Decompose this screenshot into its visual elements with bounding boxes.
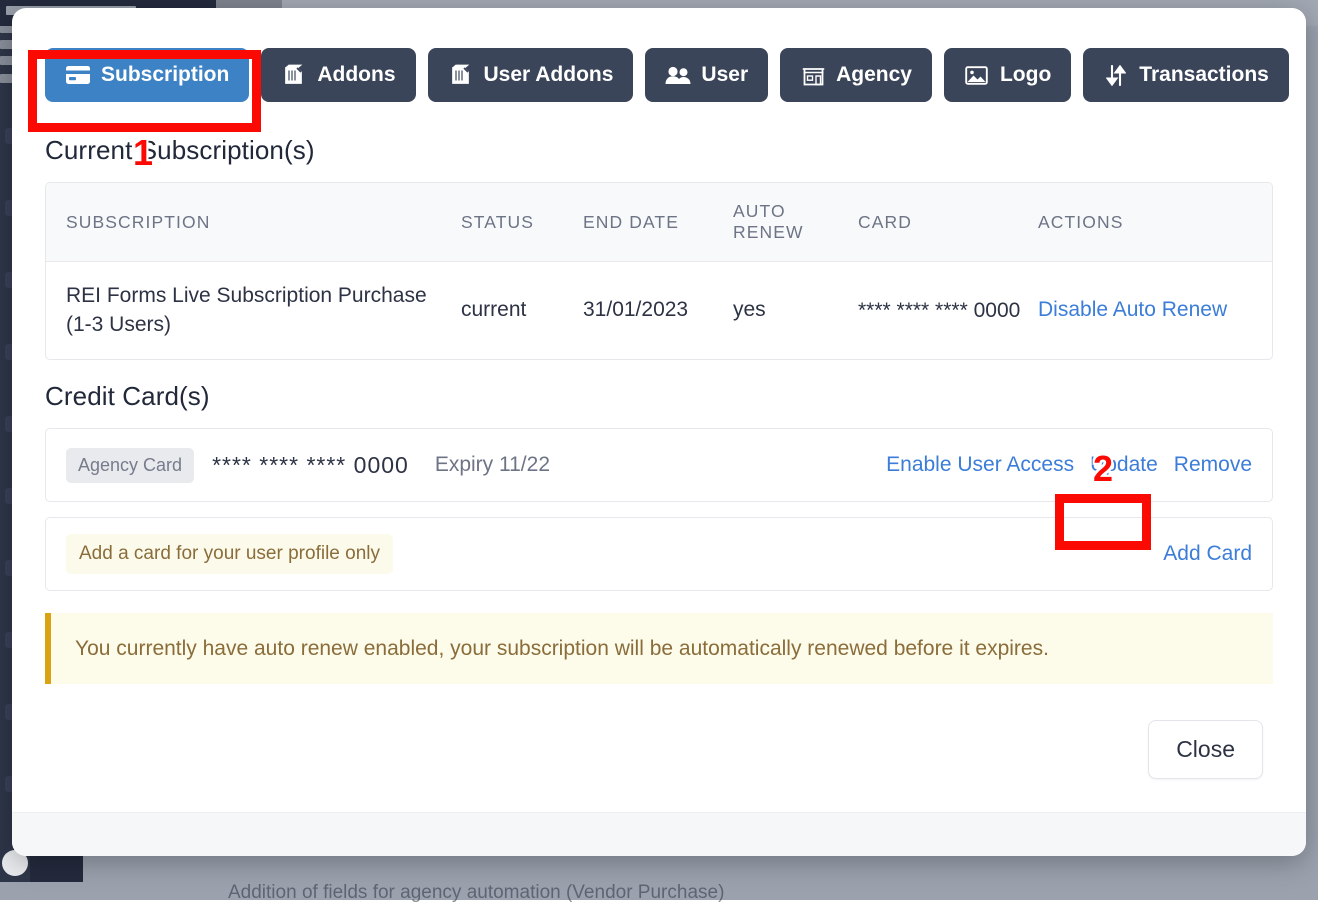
column-header-card: CARD <box>858 183 1038 262</box>
subscriptions-table-body: REI Forms Live Subscription Purchase (1-… <box>46 262 1272 360</box>
tab-subscription[interactable]: Subscription <box>45 48 249 102</box>
background-bottom-caption: Addition of fields for agency automation… <box>228 882 724 904</box>
credit-card-icon <box>65 64 91 86</box>
credit-card-expiry: Expiry 11/22 <box>435 453 550 477</box>
card-last4: 0000 <box>974 299 1021 322</box>
tab-user[interactable]: User <box>645 48 768 102</box>
tab-label: Transactions <box>1139 63 1269 87</box>
credit-card-row: Agency Card **** **** **** 0000 Expiry 1… <box>45 428 1273 502</box>
modal-tab-bar: Subscription Addons <box>45 48 1273 102</box>
current-subscriptions-title: Current Subscription(s) <box>45 135 1273 166</box>
enable-user-access-link[interactable]: Enable User Access <box>886 453 1074 477</box>
storefront-icon <box>800 64 826 86</box>
tab-logo[interactable]: Logo <box>944 48 1071 102</box>
tab-transactions[interactable]: Transactions <box>1083 48 1289 102</box>
column-header-auto-renew: AUTO RENEW <box>733 183 858 262</box>
add-card-note: Add a card for your user profile only <box>66 534 393 574</box>
cell-end-date: 31/01/2023 <box>583 262 733 360</box>
subscriptions-table: SUBSCRIPTION STATUS END DATE AUTO RENEW … <box>46 183 1272 359</box>
tab-label: User Addons <box>484 63 614 87</box>
credit-card-last4: 0000 <box>354 452 409 478</box>
image-icon <box>964 64 990 86</box>
background-bottom-strip: Addition of fields for agency automation… <box>0 882 1318 900</box>
sort-arrows-icon <box>1103 64 1129 86</box>
box-icon <box>281 64 307 86</box>
tab-label: Subscription <box>101 63 229 87</box>
table-header-row: SUBSCRIPTION STATUS END DATE AUTO RENEW … <box>46 183 1272 262</box>
credit-card-masked: **** **** **** <box>212 452 346 478</box>
box-icon <box>448 64 474 86</box>
card-masked-digits: **** **** **** <box>858 299 968 322</box>
tab-label: Agency <box>836 63 912 87</box>
update-card-link[interactable]: Update <box>1090 453 1158 477</box>
tab-agency[interactable]: Agency <box>780 48 932 102</box>
modal-footer-actions: Close <box>45 720 1273 779</box>
tab-addons[interactable]: Addons <box>261 48 415 102</box>
cell-auto-renew: yes <box>733 262 858 360</box>
column-header-subscription: SUBSCRIPTION <box>46 183 461 262</box>
cell-status: current <box>461 262 583 360</box>
credit-card-actions: Enable User Access Update Remove <box>886 453 1252 477</box>
column-header-end-date: END DATE <box>583 183 733 262</box>
modal-footer-strip <box>12 812 1306 856</box>
disable-auto-renew-link[interactable]: Disable Auto Renew <box>1038 298 1227 321</box>
remove-card-link[interactable]: Remove <box>1174 453 1252 477</box>
column-header-status: STATUS <box>461 183 583 262</box>
credit-card-number: **** **** **** 0000 <box>212 452 409 479</box>
tab-label: Logo <box>1000 63 1051 87</box>
close-button[interactable]: Close <box>1148 720 1263 779</box>
credit-cards-title: Credit Card(s) <box>45 381 1273 412</box>
column-header-actions: ACTIONS <box>1038 183 1272 262</box>
cell-subscription: REI Forms Live Subscription Purchase (1-… <box>46 262 461 360</box>
auto-renew-alert-text: You currently have auto renew enabled, y… <box>75 637 1049 660</box>
users-icon <box>665 64 691 86</box>
add-card-row: Add a card for your user profile only Ad… <box>45 517 1273 591</box>
add-card-link[interactable]: Add Card <box>1163 542 1252 566</box>
subscriptions-table-container: SUBSCRIPTION STATUS END DATE AUTO RENEW … <box>45 182 1273 360</box>
modal-body: Subscription Addons <box>12 8 1306 816</box>
table-row: REI Forms Live Subscription Purchase (1-… <box>46 262 1272 360</box>
cell-actions: Disable Auto Renew <box>1038 262 1272 360</box>
tab-label: User <box>701 63 748 87</box>
auto-renew-alert: You currently have auto renew enabled, y… <box>45 613 1273 684</box>
subscriptions-table-head: SUBSCRIPTION STATUS END DATE AUTO RENEW … <box>46 183 1272 262</box>
tab-user-addons[interactable]: User Addons <box>428 48 634 102</box>
agency-card-badge: Agency Card <box>66 448 194 483</box>
subscription-modal: Subscription Addons <box>12 8 1306 856</box>
tab-label: Addons <box>317 63 395 87</box>
cell-card: **** **** **** 0000 <box>858 262 1038 360</box>
